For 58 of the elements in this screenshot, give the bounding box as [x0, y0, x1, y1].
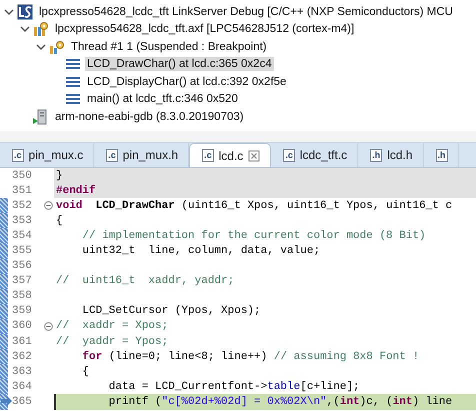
debugger-icon	[33, 108, 49, 125]
line-number: 365	[11, 396, 33, 408]
line-number: 357	[11, 275, 33, 288]
code-line: uint32_t line, column, data, value;	[81, 245, 320, 258]
line-number: 351	[11, 184, 33, 197]
editor-tab[interactable]: .h lcd.h	[358, 143, 424, 167]
code-line: // yaddr = Ypos;	[56, 336, 168, 348]
file-icon: .h	[370, 148, 382, 162]
code-line: data = LCD_Currentfont->table[c+line];	[108, 380, 360, 393]
editor-tab[interactable]: .c lcd.c	[189, 143, 272, 167]
line-number: 360	[11, 320, 33, 332]
tree-item[interactable]: lpcxpresso54628_lcdc_tft LinkServer Debug [C/C++ (NXP Semiconductors) MCU	[37, 4, 455, 19]
thread-icon	[49, 38, 65, 55]
code-line: }	[56, 170, 63, 182]
line-number: 364	[11, 380, 33, 393]
line-number: 359	[11, 305, 33, 318]
code-line: // xaddr = Xpos;	[56, 320, 168, 332]
tree-item[interactable]: main() at lcdc_tft.c:346 0x520	[85, 92, 240, 106]
file-icon: .c	[283, 148, 295, 162]
chevron-icon[interactable]	[36, 42, 46, 52]
line-number: 363	[11, 366, 33, 378]
file-icon: .h	[436, 148, 448, 162]
code-line: void LCD_DrawChar (uint16_t Xpos, uint16_t Ypos, uint16_t c	[56, 200, 452, 212]
tree-item[interactable]: lpcxpresso54628_lcdc_tft.axf [LPC54628J512 (cortex-m4)]	[53, 22, 356, 36]
editor-tab[interactable]: .h	[424, 143, 459, 167]
line-number: 362	[11, 350, 33, 363]
line-number: 354	[11, 230, 33, 242]
process-icon	[33, 21, 49, 38]
editor-tab[interactable]: .c pin_mux.c	[0, 143, 94, 167]
tree-item[interactable]: arm-none-eabi-gdb (8.3.0.20190703)	[53, 110, 246, 124]
tree-item[interactable]: LCD_DisplayChar() at lcd.c:392 0x2f5e	[85, 74, 288, 89]
code-line: {	[81, 366, 90, 378]
chevron-icon[interactable]	[20, 24, 30, 34]
tree-item[interactable]: Thread #1 1 (Suspended : Breakpoint)	[69, 40, 269, 54]
close-icon[interactable]	[248, 150, 260, 162]
line-number: 361	[11, 336, 33, 348]
launch-icon	[17, 4, 33, 20]
collapse-icon[interactable]	[44, 201, 53, 210]
editor-tab[interactable]: .c lcdc_tft.c	[271, 143, 358, 167]
file-icon: .c	[106, 148, 118, 162]
file-icon: .c	[202, 149, 214, 162]
line-number: 353	[11, 214, 33, 227]
chevron-icon[interactable]	[4, 6, 14, 17]
tree-item[interactable]: LCD_DrawChar() at lcd.c:365 0x2c4	[85, 57, 274, 72]
code-line: LCD_SetCursor (Ypos, Xpos);	[81, 305, 261, 318]
code-line: {	[56, 214, 63, 227]
code-line: // uint16_t xaddr, yaddr;	[56, 275, 234, 288]
code-line: // implementation for the current color mode (8 Bit)	[81, 230, 426, 242]
line-number: 355	[11, 245, 33, 258]
file-icon: .c	[12, 148, 24, 162]
code-line: #endif	[56, 184, 96, 197]
line-number: 356	[11, 260, 33, 272]
code-line: printf ("c[%02d+%02d] = 0x%02X\n",(int)c, (int) line	[108, 396, 452, 408]
line-number: 350	[11, 170, 33, 182]
code-line: for (line=0; line<8; line++) // assuming 8x8 Font !	[81, 350, 420, 363]
collapse-icon[interactable]	[44, 322, 53, 331]
line-number: 358	[11, 290, 33, 302]
line-number: 352	[11, 200, 33, 212]
